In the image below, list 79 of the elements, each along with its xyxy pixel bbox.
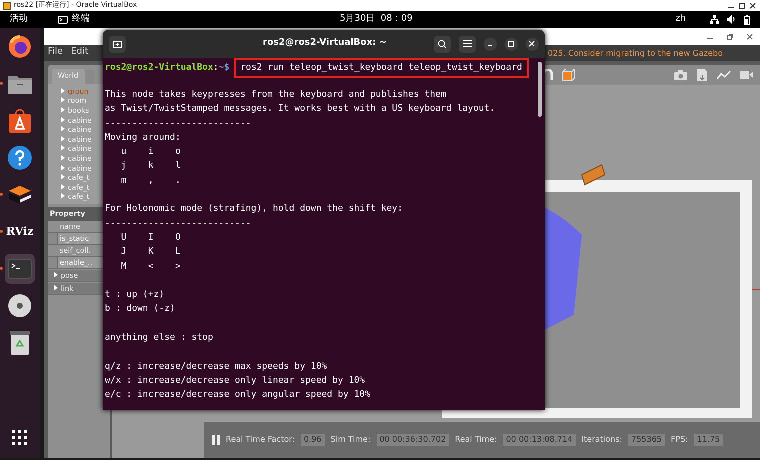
notice-link[interactable]: migrating to the new Gazebo [606,49,723,58]
recycle-bin-icon[interactable] [10,331,30,355]
pause-icon[interactable] [212,435,220,445]
terminal-line: --------------------------- [105,118,252,131]
menu-item[interactable]: Edit [71,46,88,60]
volume-icon [727,15,736,24]
status-label: Sim Time: [330,434,371,446]
fox-globe-icon[interactable] [8,35,32,59]
status-label: Iterations: [582,434,622,446]
app-menu[interactable]: 终端 [72,12,90,26]
camera-icon[interactable] [674,70,688,80]
magnet-icon[interactable] [542,69,554,81]
virtualbox-icon [3,2,11,10]
terminal-line: m , . [120,174,181,188]
line-graph-icon[interactable] [717,70,731,80]
close-icon[interactable] [746,32,754,40]
terminal-line: For Holonomic mode (strafing), hold down the shift key: [105,203,404,216]
network-icon [710,15,719,24]
help-icon[interactable] [8,146,32,170]
terminal-line: --------------------------- [105,218,252,231]
disc-icon[interactable] [8,294,32,318]
app-grid-icon[interactable] [12,430,28,446]
shopping-bag-icon[interactable] [9,109,31,133]
search-icon [438,40,447,48]
close-icon [528,40,536,48]
status-label: FPS: [671,434,688,446]
new-tab-button[interactable] [109,36,126,52]
terminal-line: e/c : increase/decrease only angular speed by 10% [105,389,371,402]
clock[interactable]: 5月30日 08：09 [340,12,413,26]
status-value: 11.75 [694,434,724,446]
box-icon[interactable] [562,68,576,82]
search-button[interactable] [434,36,451,52]
terminal-line: w/x : increase/decrease only linear speed by 10% [105,374,366,388]
status-value: 00 00:36:30.702 [376,434,450,446]
terminal-line: anything else : stop [105,332,214,346]
video-camera-icon[interactable] [740,70,754,80]
terminal-line: q/z : increase/decrease max speeds by 10% [105,360,328,374]
maximize-button[interactable] [504,38,518,50]
prompt-separator: : [213,62,219,75]
restore-icon[interactable] [726,32,734,40]
maximize-icon [507,40,516,48]
scrollbar-thumb[interactable] [538,62,542,117]
menu-item[interactable]: File [48,46,64,60]
terminal-line: M < > [120,260,181,274]
menu-icon [462,40,472,48]
terminal-line: b : down (-z) [105,303,176,316]
terminal-line: as Twist/TwistStamped messages. It works best with a US keyboard layout. [105,103,496,116]
terminal-line: U I O [120,232,181,245]
layered-box-icon[interactable] [8,185,32,205]
status-label: Real Time Factor: [226,434,295,446]
terminal-line: u i o [120,146,181,160]
terminal-title: ros2@ros2-VirtualBox: ~ [262,37,387,50]
terminal-icon [58,16,68,24]
log-file-icon[interactable] [697,68,708,82]
terminal-line: J K L [120,246,181,260]
notice-text: 025. Consider [548,49,605,58]
menu-button[interactable] [458,36,476,52]
rviz-logo[interactable]: RViz [6,224,34,240]
terminal-line: j k l [120,160,181,174]
status-label: Real Time: [455,434,498,446]
terminal-icon[interactable] [8,259,32,279]
minimize-button[interactable] [484,38,497,50]
activities-button[interactable]: 活动 [10,12,28,26]
terminal-line: t : up (+z) [105,289,165,302]
status-value: 755365 [628,434,666,446]
new-tab-icon [113,40,122,48]
terminal-line: Moving around: [105,132,181,145]
command-text: ros2 run teleop_twist_keyboard teleop_twist_keyboard [234,58,530,78]
status-value: 00 00:13:08.714 [503,434,576,446]
prompt-path: ~$ [218,62,230,75]
prompt-user: ros2@ros2-VirtualBox [105,62,214,75]
battery-icon [744,14,750,24]
folder-icon[interactable] [8,74,32,94]
terminal-line: This node takes keypresses from the keyboard and publishes them [105,89,446,102]
input-method-indicator[interactable]: zh [676,12,686,26]
close-button[interactable] [526,38,539,50]
close-icon[interactable] [749,2,757,10]
maximize-icon[interactable] [738,2,746,10]
status-value: 0.96 [300,434,325,446]
